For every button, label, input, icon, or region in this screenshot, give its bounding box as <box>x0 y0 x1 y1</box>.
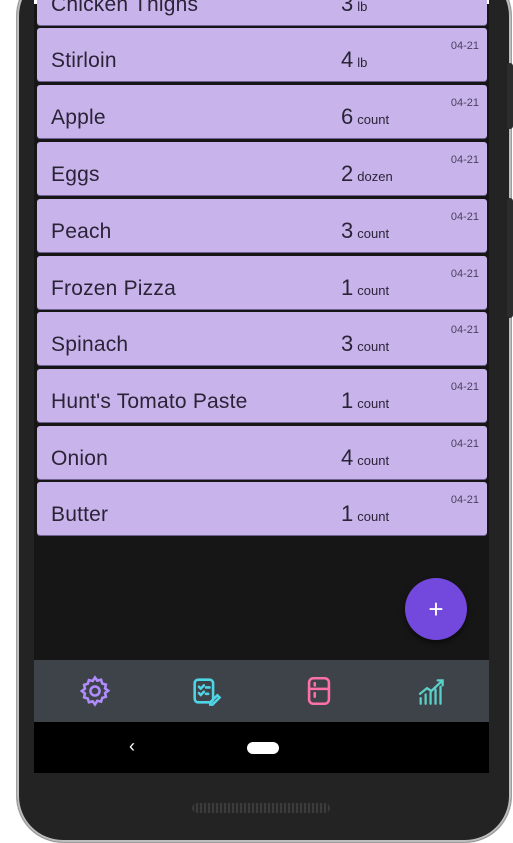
item-name: Stirloin <box>51 49 117 72</box>
item-date: 04-21 <box>450 494 479 506</box>
item-unit: count <box>357 453 390 468</box>
list-item[interactable]: Frozen Pizza 1 count 04-21 <box>37 256 487 309</box>
item-date: 04-21 <box>450 381 479 393</box>
item-unit: dozen <box>357 169 393 184</box>
item-name: Spinach <box>51 333 129 356</box>
item-quantity: 1 count <box>341 388 390 413</box>
item-unit: count <box>357 339 390 354</box>
item-quantity: 3 lb <box>341 0 368 16</box>
item-quantity: 1 count <box>341 275 390 300</box>
item-unit: count <box>357 226 390 241</box>
list-item[interactable]: Butter 1 count 04-21 <box>37 482 487 535</box>
item-quantity: 4 count <box>341 445 390 470</box>
list-item[interactable]: Hunt's Tomato Paste 1 count 04-21 <box>37 369 487 422</box>
item-quantity: 3 count <box>341 331 390 356</box>
item-unit: count <box>357 396 390 411</box>
bottom-navigation <box>34 660 489 722</box>
item-name: Eggs <box>51 163 100 186</box>
item-quantity: 3 count <box>341 218 390 243</box>
item-date: 04-21 <box>450 268 479 280</box>
nav-pantry[interactable] <box>302 674 336 708</box>
item-name: Apple <box>51 106 106 129</box>
checklist-edit-icon <box>193 678 222 706</box>
item-quantity: 6 count <box>341 104 390 129</box>
nav-statistics[interactable] <box>415 674 449 708</box>
item-quantity: 2 dozen <box>341 161 393 186</box>
phone-speaker <box>192 803 330 813</box>
fridge-icon <box>307 676 331 706</box>
chart-icon <box>418 679 444 705</box>
item-date: 04-21 <box>450 211 479 223</box>
power-button <box>507 198 513 318</box>
item-date: 04-21 <box>450 438 479 450</box>
item-name: Peach <box>51 220 112 243</box>
item-unit: count <box>357 509 390 524</box>
app-screen: Chicken Thighs 3 lb Stirloin 4 lb 04-21 Ap… <box>34 0 489 773</box>
item-unit: lb <box>357 0 368 14</box>
list-item[interactable]: Peach 3 count 04-21 <box>37 199 487 252</box>
item-name: Frozen Pizza <box>51 277 176 300</box>
item-unit: count <box>357 283 390 298</box>
item-date: 04-21 <box>450 324 479 336</box>
list-item[interactable]: Onion 4 count 04-21 <box>37 426 487 479</box>
list-item[interactable]: Eggs 2 dozen 04-21 <box>37 142 487 195</box>
back-button[interactable]: ‹ <box>129 736 135 757</box>
system-navigation-bar: ‹ <box>34 722 489 773</box>
list-item[interactable]: Stirloin 4 lb 04-21 <box>37 28 487 81</box>
list-item[interactable]: Chicken Thighs 3 lb <box>37 0 487 25</box>
list-item[interactable]: Apple 6 count 04-21 <box>37 85 487 138</box>
nav-shopping-list[interactable] <box>189 674 223 708</box>
volume-button <box>507 63 513 129</box>
item-unit: lb <box>357 55 368 70</box>
item-quantity: 1 count <box>341 501 390 526</box>
item-unit: count <box>357 112 390 127</box>
gear-icon <box>79 675 111 707</box>
item-date: 04-21 <box>450 97 479 109</box>
add-item-button[interactable]: + <box>405 578 467 640</box>
item-name: Butter <box>51 503 109 526</box>
item-name: Chicken Thighs <box>51 0 199 16</box>
item-quantity: 4 lb <box>341 47 368 72</box>
nav-settings[interactable] <box>78 674 112 708</box>
home-button[interactable] <box>247 742 279 754</box>
list-item[interactable]: Spinach 3 count 04-21 <box>37 312 487 365</box>
item-date: 04-21 <box>450 154 479 166</box>
item-date: 04-21 <box>450 40 479 52</box>
item-name: Onion <box>51 447 109 470</box>
item-name: Hunt's Tomato Paste <box>51 390 248 413</box>
